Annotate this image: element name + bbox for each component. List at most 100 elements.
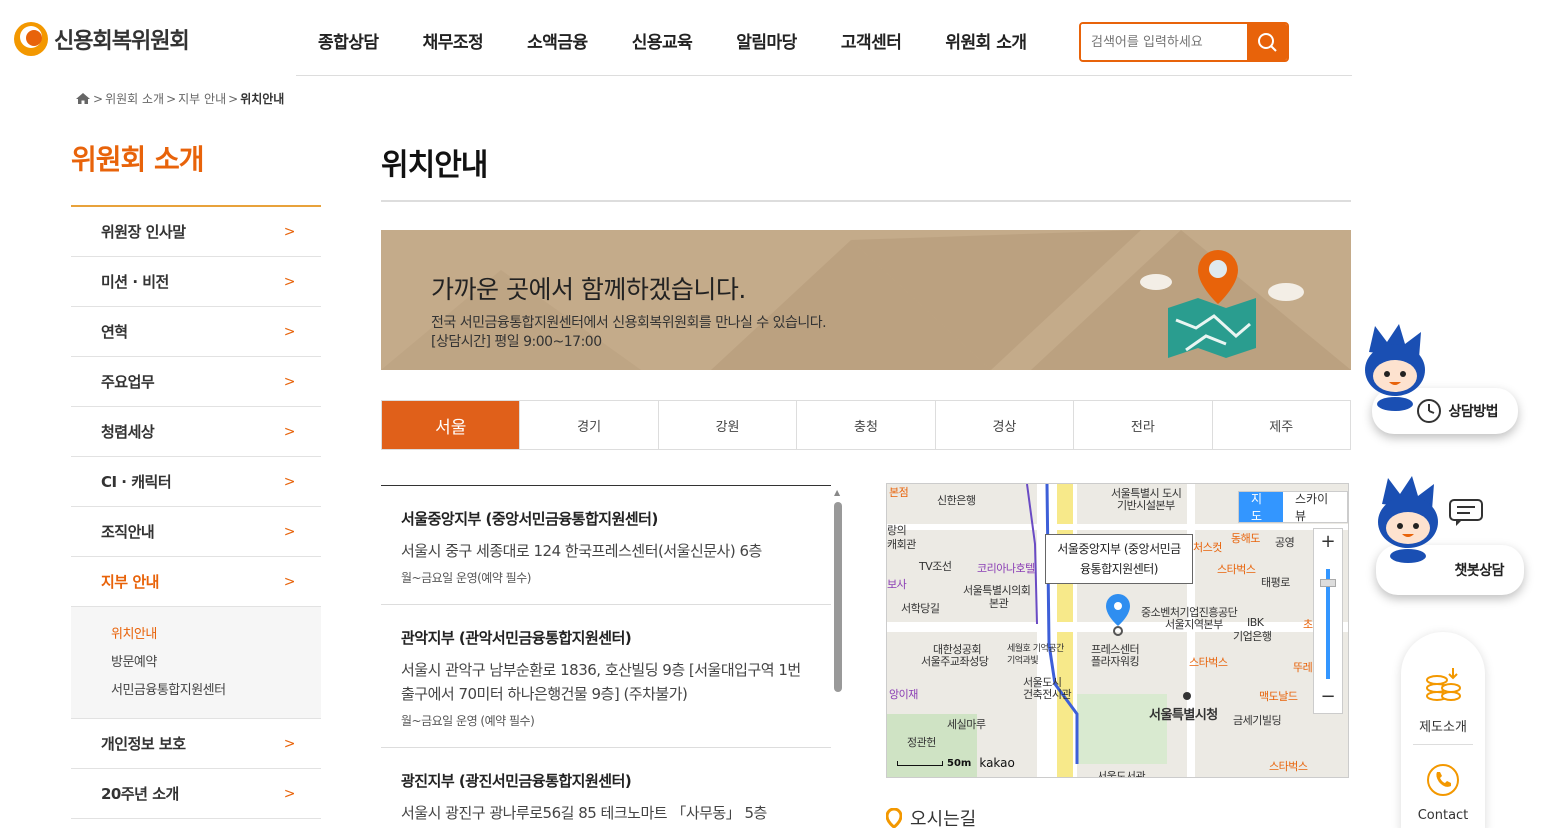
sidebar-item-20th[interactable]: 20주년 소개 >: [71, 769, 321, 819]
directions-label: 오시는길: [910, 809, 977, 828]
branch-name: 광진지부 (광진서민금융통합지원센터): [401, 772, 632, 790]
branch-name: 서울중앙지부 (중앙서민금융통합지원센터): [401, 510, 658, 528]
tab-gangwon[interactable]: 강원: [657, 401, 796, 449]
map-label: 앙이재: [889, 688, 918, 701]
scroll-up-icon[interactable]: ▲: [834, 488, 840, 497]
region-tabs: 서울 경기 강원 충청 경상 전라 제주: [381, 400, 1351, 450]
phone-icon: [1427, 764, 1459, 796]
sidebar-item-label: 주요업무: [101, 373, 155, 391]
nav-notice[interactable]: 알림마당: [714, 28, 819, 53]
tab-gyeongsang[interactable]: 경상: [934, 401, 1073, 449]
banner-desc-line: 전국 서민금융통합지원센터에서 신용회복위원회를 만나실 수 있습니다.: [431, 315, 827, 331]
breadcrumb-item-branch[interactable]: 지부 안내: [178, 90, 226, 107]
zoom-out-button[interactable]: −: [1314, 686, 1342, 707]
branch-list: 서울중앙지부 (중앙서민금융통합지원센터) 서울시 중구 세종대로 124 한국…: [381, 485, 831, 828]
map-label: 스타벅스: [1217, 563, 1256, 576]
map-label: 초: [1303, 618, 1313, 631]
map-label: 기업은행: [1233, 630, 1272, 643]
zoom-slider-handle[interactable]: [1320, 579, 1336, 587]
branch-name: 관악지부 (관악서민금융통합지원센터): [401, 629, 632, 647]
submenu-center[interactable]: 서민금융통합지원센터: [111, 681, 321, 709]
sidebar-item-org[interactable]: 조직안내 >: [71, 507, 321, 557]
quick-divider: [1413, 744, 1473, 745]
map-label: 스타벅스: [1189, 656, 1228, 669]
nav-customer-center[interactable]: 고객센터: [819, 28, 924, 53]
breadcrumb: > 위원회 소개 > 지부 안내 > 위치안내: [75, 90, 284, 107]
search-button[interactable]: [1247, 24, 1287, 60]
branch-address: 서울시 광진구 광나루로56길 85 테크노마트 「사무동」 5층: [401, 804, 767, 822]
map-info-window[interactable]: 서울중앙지부 (중앙서민금 융통합지원센터): [1045, 534, 1193, 584]
scale-label: 50m: [947, 757, 972, 769]
tab-chungcheong[interactable]: 충청: [796, 401, 934, 449]
map-label: 뚜레: [1293, 661, 1313, 674]
nav-credit-edu[interactable]: 신용교육: [610, 28, 715, 53]
sidebar-item-work[interactable]: 주요업무 >: [71, 357, 321, 407]
sidebar-item-label: CI · 캐릭터: [101, 473, 172, 491]
sidebar-item-history[interactable]: 연혁 >: [71, 307, 321, 357]
sidebar-item-label: 개인정보 보호: [101, 735, 186, 753]
map-label: 동해도: [1231, 532, 1260, 545]
sidebar-item-label: 지부 안내: [101, 573, 159, 591]
map-label: 플라자워킹: [1091, 655, 1140, 668]
map-label: 태평로: [1261, 576, 1290, 589]
sidebar-item-mission[interactable]: 미션 · 비전 >: [71, 257, 321, 307]
chevron-right-icon: >: [283, 735, 296, 752]
sidebar-item-greeting[interactable]: 위원장 인사말 >: [71, 207, 321, 257]
sidebar-item-privacy[interactable]: 개인정보 보호 >: [71, 719, 321, 769]
map-view[interactable]: 본점 신한은행 서울특별시 도시 기반시설본부 랑의 캐회관 TV조선 코리아나…: [886, 483, 1349, 778]
submenu-reservation[interactable]: 방문예약: [111, 653, 321, 681]
chevron-right-icon: >: [283, 223, 296, 240]
map-type-skyview-button[interactable]: 스카이뷰: [1283, 492, 1347, 523]
sidebar-item-label: 청렴세상: [101, 423, 155, 441]
directions-heading: 오시는길: [886, 805, 976, 828]
chevron-right-icon: >: [283, 323, 296, 340]
logo-icon: [14, 22, 48, 56]
list-scrollbar[interactable]: ▲: [833, 488, 843, 828]
sidebar-item-branch[interactable]: 지부 안내 >: [71, 557, 321, 607]
chatbot-label: 챗봇상담: [1454, 563, 1504, 579]
search-box: [1079, 22, 1289, 62]
nav-about[interactable]: 위원회 소개: [923, 28, 1048, 53]
chatbot-mascot-icon: [1378, 476, 1438, 563]
logo[interactable]: 신용회복위원회: [14, 22, 190, 56]
list-item[interactable]: 관악지부 (관악서민금융통합지원센터) 서울시 관악구 남부순환로 1836, …: [381, 605, 831, 748]
nav-debt-adjust[interactable]: 채무조정: [401, 28, 506, 53]
list-item[interactable]: 서울중앙지부 (중앙서민금융통합지원센터) 서울시 중구 세종대로 124 한국…: [381, 486, 831, 605]
map-type-map-button[interactable]: 지도: [1239, 492, 1283, 523]
search-input[interactable]: [1081, 24, 1247, 60]
map-label: 건축전시관: [1023, 688, 1072, 701]
list-item[interactable]: 광진지부 (광진서민금융통합지원센터) 서울시 광진구 광나루로56길 85 테…: [381, 748, 831, 828]
tab-jeju[interactable]: 제주: [1211, 401, 1350, 449]
sidebar-title: 위원회 소개: [71, 143, 205, 176]
sidebar-item-integrity[interactable]: 청렴세상 >: [71, 407, 321, 457]
tab-seoul[interactable]: 서울: [382, 401, 520, 449]
submenu-location[interactable]: 위치안내: [111, 625, 321, 653]
sidebar-item-ci[interactable]: CI · 캐릭터 >: [71, 457, 321, 507]
quick-contact[interactable]: Contact: [1401, 808, 1485, 823]
banner: 가까운 곳에서 함께하겠습니다. 전국 서민금융통합지원센터에서 신용회복위원회…: [381, 230, 1351, 370]
scrollbar-thumb[interactable]: [834, 502, 842, 692]
branch-hours: 월~금요일 운영 (예약 필수): [401, 714, 535, 728]
home-icon[interactable]: [75, 92, 91, 105]
branch-address: 서울시 중구 세종대로 124 한국프레스센터(서울신문사) 6층: [401, 542, 762, 560]
banner-hours: [상담시간] 평일 9:00~17:00: [431, 334, 602, 350]
chevron-right-icon: >: [283, 785, 296, 802]
tab-gyeonggi[interactable]: 경기: [519, 401, 657, 449]
tab-jeolla[interactable]: 전라: [1073, 401, 1211, 449]
coins-icon: [1426, 668, 1461, 701]
quick-system-intro[interactable]: 제도소개: [1401, 716, 1485, 735]
nav-consult[interactable]: 종합상담: [296, 28, 401, 53]
page-title: 위치안내: [381, 148, 488, 183]
sidebar-menu: 위원장 인사말 > 미션 · 비전 > 연혁 > 주요업무 > 청렴세상 > CI · 캐…: [71, 207, 321, 819]
nav-microfinance[interactable]: 소액금융: [505, 28, 610, 53]
quick-menu: 제도소개 Contact: [1401, 632, 1485, 828]
chat-bubble-icon: [1449, 499, 1483, 526]
title-divider: [381, 200, 1351, 202]
breadcrumb-item-about[interactable]: 위원회 소개: [105, 90, 164, 107]
breadcrumb-sep: >: [166, 91, 177, 106]
breadcrumb-sep: >: [93, 91, 104, 106]
header: 신용회복위원회 종합상담 채무조정 소액금융 신용교육 알림마당 고객센터 위원…: [0, 0, 1557, 76]
scale-bar: [897, 760, 943, 766]
map-label: 서울지역본부: [1165, 618, 1223, 631]
zoom-in-button[interactable]: +: [1314, 531, 1342, 552]
